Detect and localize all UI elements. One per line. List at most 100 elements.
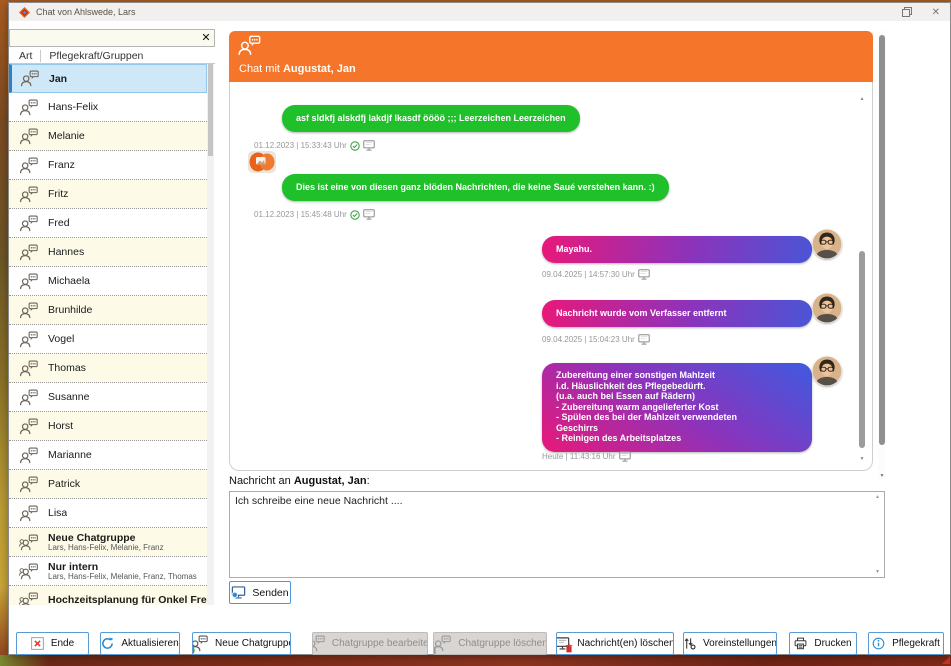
send-button-label: Senden [252, 587, 288, 599]
contact-text: Brunhilde [48, 304, 92, 316]
scrollbar-thumb[interactable] [879, 35, 885, 445]
sidebar-item-thomas[interactable]: Thomas [9, 354, 207, 383]
sidebar-item-fritz[interactable]: Fritz [9, 180, 207, 209]
group-delete-icon [433, 635, 451, 652]
sidebar-item-horst[interactable]: Horst [9, 412, 207, 441]
chat-partner-name: Augustat, Jan [283, 63, 356, 75]
contact-name: Lisa [48, 507, 67, 519]
scroll-up-icon[interactable]: ▲ [875, 494, 880, 500]
aktualisieren-button[interactable]: Aktualisieren [100, 632, 180, 655]
contact-text: Fred [48, 217, 70, 229]
person-chat-icon [19, 244, 38, 261]
nachricht-en-löschen-button[interactable]: Nachricht(en) löschen [556, 632, 674, 655]
sidebar-item-neue-chatgruppe[interactable]: Neue Chatgruppe Lars, Hans-Felix, Melani… [9, 528, 207, 557]
desktop-strip [0, 655, 951, 666]
search-input[interactable] [10, 30, 198, 46]
sidebar-item-fred[interactable]: Fred [9, 209, 207, 238]
panel-scrollbar[interactable]: ▼ [878, 31, 886, 479]
sidebar-item-jan[interactable]: Jan [9, 64, 207, 93]
scrollbar-thumb[interactable] [208, 64, 213, 156]
monitor-icon [638, 269, 650, 280]
contact-text: Franz [48, 159, 75, 171]
sidebar-item-nur-intern[interactable]: Nur intern Lars, Hans-Felix, Melanie, Fr… [9, 557, 207, 586]
chat-header: Chat mitAugustat, Jan [229, 31, 873, 82]
own-avatar [248, 151, 276, 178]
contact-name: Thomas [48, 362, 86, 374]
contact-text: Marianne [48, 449, 92, 461]
person-chat-icon [19, 186, 38, 203]
pflegekraft-button[interactable]: Pflegekraft [868, 632, 944, 655]
compose-label-prefix: Nachricht an [229, 475, 291, 487]
chat-message-bubble: Nachricht wurde vom Verfasser entfernt [542, 300, 812, 327]
sidebar-item-marianne[interactable]: Marianne [9, 441, 207, 470]
clear-search-icon[interactable]: ✕ [198, 30, 214, 46]
search-bar: ✕ [9, 29, 215, 47]
contact-text: Hans-Felix [48, 101, 98, 113]
contact-text: Neue Chatgruppe Lars, Hans-Felix, Melani… [48, 532, 164, 552]
sidebar-item-melanie[interactable]: Melanie [9, 122, 207, 151]
contact-name: Hans-Felix [48, 101, 98, 113]
sidebar-item-vogel[interactable]: Vogel [9, 325, 207, 354]
person-chat-icon [19, 418, 38, 435]
timestamp-text: 01.12.2023 | 15:45:48 Uhr [254, 210, 347, 219]
app-window: Chat von Ahlswede, Lars ✕ ✕ Art Pflegekr… [8, 2, 951, 655]
sidebar-item-franz[interactable]: Franz [9, 151, 207, 180]
contact-text: Michaela [48, 275, 90, 287]
app-icon [19, 7, 30, 18]
message-input[interactable] [229, 491, 885, 578]
sidebar-item-hans-felix[interactable]: Hans-Felix [9, 93, 207, 122]
person-chat-icon [19, 99, 38, 116]
neue-chatgruppe-button[interactable]: Neue Chatgruppe [192, 632, 291, 655]
contact-name: Marianne [48, 449, 92, 461]
chat-title-prefix: Chat mit [239, 63, 280, 75]
contact-list: Jan Hans-Felix Melanie Franz Fritz Fred [9, 64, 207, 605]
person-chat-icon [19, 476, 38, 493]
contact-text: Patrick [48, 478, 80, 490]
scrollbar-thumb[interactable] [859, 251, 865, 448]
sidebar-item-hochzeitsplanung-für-onkel-fred[interactable]: Hochzeitsplanung für Onkel Fred [9, 586, 207, 605]
drucken-button[interactable]: Drucken [789, 632, 857, 655]
window-title: Chat von Ahlswede, Lars [36, 7, 136, 17]
contact-text: Horst [48, 420, 73, 432]
message-history: asf sldkfj alskdfj lakdjf lkasdf öööö ;;… [229, 82, 873, 471]
contact-text: Vogel [48, 333, 74, 345]
message-delete-icon [556, 637, 570, 650]
person-chat-icon [19, 157, 38, 174]
person-chat-icon [19, 273, 38, 290]
messages-scrollbar[interactable]: ▲ ▼ [858, 96, 866, 462]
sidebar-item-lisa[interactable]: Lisa [9, 499, 207, 528]
button-label: Drucken [814, 638, 851, 649]
person-chat-icon [19, 215, 38, 232]
sidebar-item-brunhilde[interactable]: Brunhilde [9, 296, 207, 325]
sidebar-scrollbar[interactable] [207, 64, 214, 605]
person-chat-icon [19, 302, 38, 319]
monitor-icon [619, 451, 631, 462]
contact-text: Thomas [48, 362, 86, 374]
voreinstellungen-button[interactable]: Voreinstellungen [683, 632, 777, 655]
list-column-header: Art Pflegekraft/Gruppen [9, 48, 215, 64]
sidebar-item-susanne[interactable]: Susanne [9, 383, 207, 412]
scroll-down-icon[interactable]: ▼ [858, 456, 866, 462]
contact-text: Fritz [48, 188, 68, 200]
compose-label-suffix: : [367, 475, 370, 487]
chat-message-bubble: asf sldkfj alskdfj lakdjf lkasdf öööö ;;… [282, 105, 580, 132]
contact-name: Patrick [48, 478, 80, 490]
sidebar-item-michaela[interactable]: Michaela [9, 267, 207, 296]
send-button[interactable]: Senden [229, 581, 291, 604]
check-circle-icon [350, 210, 360, 220]
scroll-up-icon[interactable]: ▲ [858, 96, 866, 102]
sidebar-item-hannes[interactable]: Hannes [9, 238, 207, 267]
chat-bubble-icon [237, 35, 261, 56]
contact-text: Melanie [48, 130, 85, 142]
contact-name: Fred [48, 217, 70, 229]
restore-window-icon[interactable] [902, 7, 912, 17]
scroll-down-icon[interactable]: ▼ [878, 473, 886, 479]
timestamp-text: 09.04.2025 | 14:57:30 Uhr [542, 270, 635, 279]
ende-button[interactable]: Ende [16, 632, 89, 655]
close-window-icon[interactable]: ✕ [932, 7, 940, 18]
sidebar-item-patrick[interactable]: Patrick [9, 470, 207, 499]
person-chat-icon [19, 389, 38, 406]
scroll-down-icon[interactable]: ▼ [875, 569, 880, 575]
window-titlebar[interactable]: Chat von Ahlswede, Lars ✕ [9, 3, 950, 21]
group-members: Lars, Hans-Felix, Melanie, Franz, Thomas [48, 572, 197, 581]
